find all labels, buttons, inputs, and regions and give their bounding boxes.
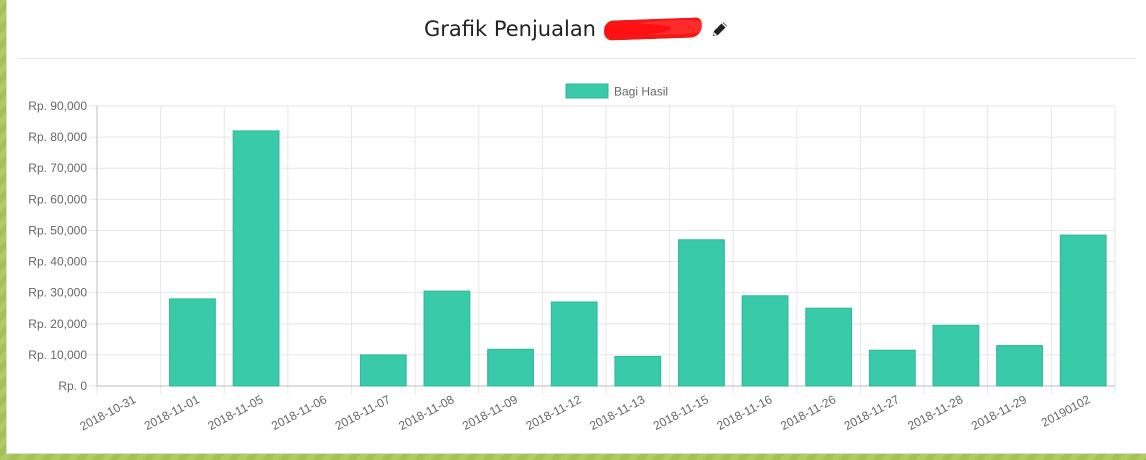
bar — [678, 239, 725, 387]
x-tick-label: 2018-11-28 — [905, 392, 965, 433]
bar — [550, 301, 598, 387]
y-tick-label: Rp. 10,000 — [28, 348, 87, 362]
x-tick-label: 2018-11-08 — [396, 392, 456, 433]
page-title-text: Grafik Penjualan — [423, 17, 596, 41]
x-tick-label: 2018-10-31 — [77, 392, 138, 433]
bar — [996, 345, 1043, 387]
x-tick-label: 2018-11-05 — [205, 392, 265, 433]
x-tick-label: 2018-11-29 — [969, 392, 1029, 433]
bar — [868, 349, 916, 387]
bar — [614, 355, 662, 387]
x-tick-label: 2018-11-15 — [651, 392, 711, 433]
bar — [805, 307, 853, 387]
bar-chart: Bagi Hasil Rp. 0 Rp. 10,000 Rp. 20,000 Rp. 3… — [28, 83, 1116, 433]
bar — [487, 348, 534, 387]
legend: Bagi Hasil — [565, 83, 668, 99]
bar — [932, 324, 980, 387]
chart-panel: Grafik Penjualan Bagi Hasil Rp. 0 Rp. 10,0… — [6, 0, 1146, 454]
page-title: Grafik Penjualan — [424, 17, 730, 41]
y-tick-label: Rp. 20,000 — [28, 317, 87, 331]
bar — [169, 298, 216, 387]
x-tick-label: 2018-11-06 — [269, 392, 329, 433]
y-tick-label: Rp. 90,000 — [28, 99, 87, 113]
x-tick-label: 2018-11-26 — [778, 392, 838, 433]
y-tick-label: Rp. 60,000 — [28, 192, 87, 206]
y-tick-label: Rp. 70,000 — [28, 161, 87, 175]
x-tick-label: 2018-11-01 — [142, 392, 202, 433]
x-tick-label: 2018-11-12 — [524, 392, 584, 433]
bar — [232, 130, 280, 387]
legend-swatch — [565, 83, 609, 99]
y-tick-label: Rp. 30,000 — [28, 286, 87, 300]
y-tick-label: Rp. 80,000 — [28, 130, 87, 144]
bar — [1059, 234, 1107, 387]
y-tick-label: Rp. 50,000 — [28, 223, 87, 237]
pencil-icon[interactable] — [710, 19, 730, 39]
legend-label: Bagi Hasil — [614, 85, 668, 99]
chart-area: Bagi Hasil Rp. 0 Rp. 10,000 Rp. 20,000 Rp. 3… — [7, 70, 1146, 454]
redacted-name — [603, 17, 703, 41]
x-tick-label: 2018-11-07 — [333, 392, 393, 433]
x-tick-label: 2018-11-16 — [714, 392, 774, 433]
pencil-icon-graphic — [713, 22, 727, 36]
y-tick-label: Rp. 0 — [58, 379, 87, 393]
bar — [359, 354, 407, 387]
panel-heading: Grafik Penjualan — [19, 0, 1135, 59]
bar — [423, 290, 471, 387]
y-tick-label: Rp. 40,000 — [28, 255, 87, 269]
x-tick-label: 20190102 — [1039, 392, 1093, 430]
x-tick-label: 2018-11-09 — [460, 392, 520, 433]
bar — [741, 295, 789, 387]
x-tick-label: 2018-11-27 — [842, 392, 902, 433]
x-tick-label: 2018-11-13 — [587, 392, 647, 433]
